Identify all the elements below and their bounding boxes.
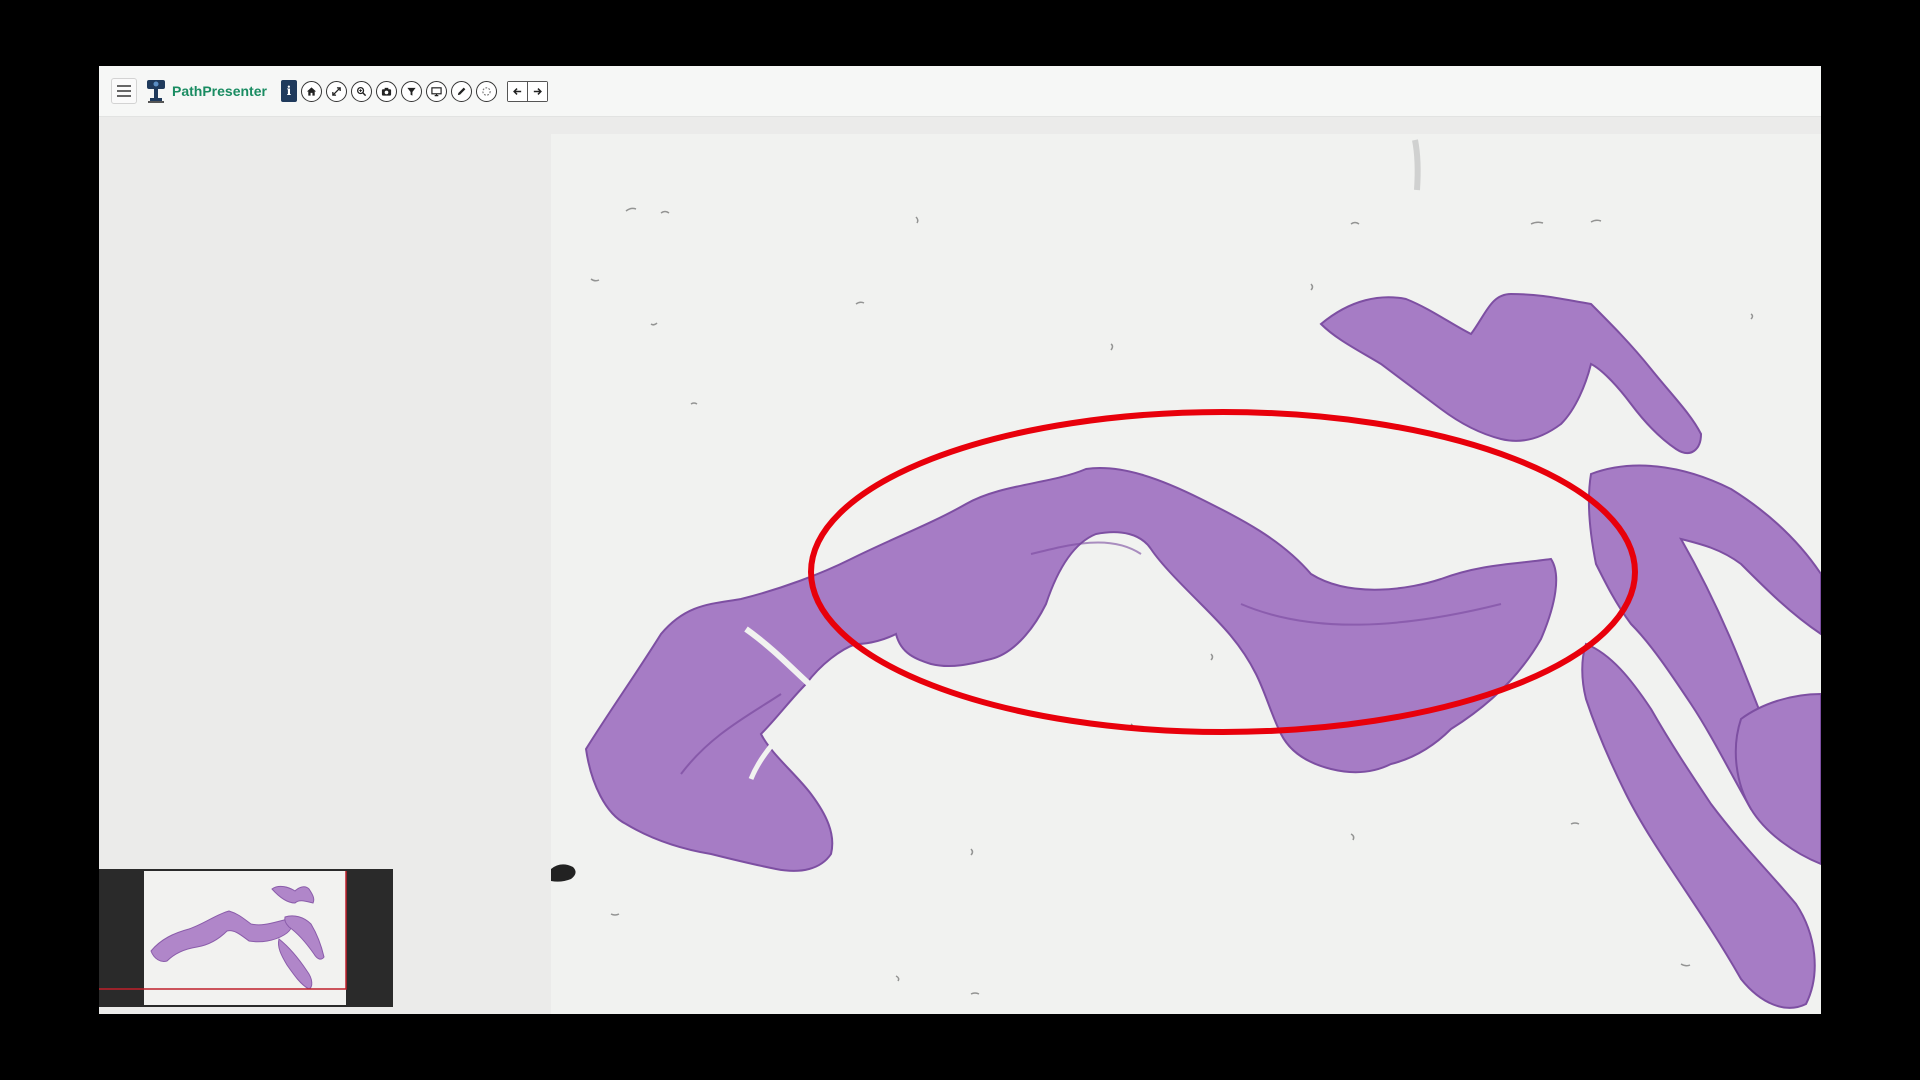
monitor-icon (431, 86, 442, 96)
rotate-button[interactable] (475, 80, 497, 102)
thumbnail-image (99, 871, 347, 990)
pathpresenter-app: PathPresenter i (99, 66, 1821, 1014)
home-icon (306, 86, 317, 96)
zoom-button[interactable] (350, 80, 372, 102)
present-button[interactable] (425, 80, 447, 102)
previous-slide-button[interactable] (507, 81, 527, 101)
slide-marker (551, 864, 576, 882)
home-button[interactable] (300, 80, 322, 102)
arrow-left-icon (513, 87, 522, 95)
zoom-icon (356, 86, 367, 96)
snapshot-button[interactable] (375, 80, 397, 102)
overview-navigator[interactable] (99, 869, 393, 1007)
slide-viewer[interactable] (551, 134, 1821, 1014)
rotate-icon (482, 86, 491, 96)
hamburger-icon[interactable] (111, 78, 137, 104)
camera-icon (381, 87, 392, 96)
filter-button[interactable] (400, 80, 422, 102)
arrow-right-icon (533, 87, 542, 95)
app-logo[interactable]: PathPresenter (145, 78, 267, 104)
tissue-section (584, 292, 1821, 1009)
annotate-button[interactable] (450, 80, 472, 102)
toolbar: PathPresenter i (99, 66, 1821, 117)
slide-image (551, 139, 1821, 1009)
next-slide-button[interactable] (526, 81, 547, 101)
app-name: PathPresenter (172, 83, 267, 99)
microscope-logo-icon (147, 80, 165, 103)
expand-icon (332, 86, 341, 96)
slide-navigation (506, 80, 548, 102)
pencil-icon (457, 87, 466, 95)
fullscreen-button[interactable] (325, 80, 347, 102)
info-button[interactable]: i (280, 80, 297, 102)
filter-icon (407, 87, 416, 96)
